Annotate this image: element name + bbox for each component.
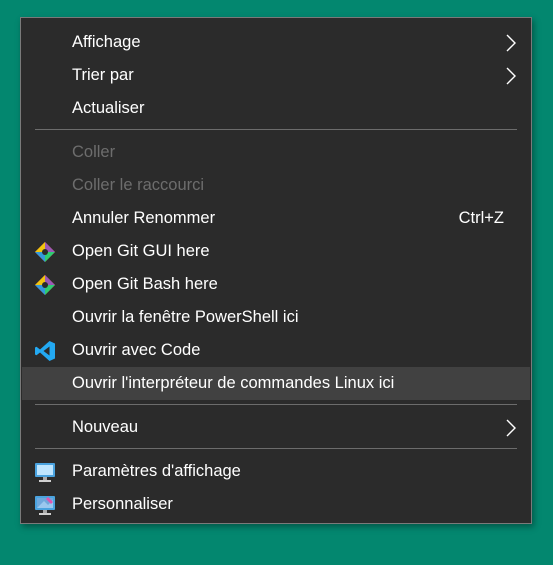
- chevron-right-icon: [506, 419, 516, 437]
- menu-item-open-powershell[interactable]: Ouvrir la fenêtre PowerShell ici: [22, 301, 530, 334]
- chevron-right-icon: [506, 67, 516, 85]
- menu-item-shortcut: Ctrl+Z: [458, 209, 504, 227]
- menu-item-label: Coller le raccourci: [72, 176, 205, 194]
- personalize-icon: [35, 496, 55, 515]
- menu-item-label: Nouveau: [72, 418, 139, 436]
- menu-item-open-git-gui[interactable]: Open Git GUI here: [22, 235, 530, 268]
- menu-item-open-linux-shell[interactable]: Ouvrir l'interpréteur de commandes Linux…: [22, 367, 530, 400]
- menu-separator: [35, 129, 517, 130]
- desktop-context-menu: Affichage Trier par Actualiser Coller Co…: [20, 17, 532, 524]
- menu-item-label: Actualiser: [72, 99, 145, 117]
- menu-item-label: Ouvrir l'interpréteur de commandes Linux…: [72, 374, 395, 392]
- menu-item-paste: Coller: [22, 136, 530, 169]
- menu-item-label: Ouvrir la fenêtre PowerShell ici: [72, 308, 299, 326]
- menu-item-personalize[interactable]: Personnaliser: [22, 488, 530, 521]
- menu-item-undo-rename[interactable]: Annuler Renommer Ctrl+Z: [22, 202, 530, 235]
- menu-item-label: Open Git GUI here: [72, 242, 210, 260]
- menu-item-view[interactable]: Affichage: [22, 26, 530, 59]
- menu-item-label: Paramètres d'affichage: [72, 462, 241, 480]
- menu-item-label: Open Git Bash here: [72, 275, 218, 293]
- git-icon: [35, 242, 55, 262]
- git-icon: [35, 275, 55, 295]
- menu-item-label: Trier par: [72, 66, 134, 84]
- vscode-icon: [35, 341, 55, 361]
- menu-separator: [35, 404, 517, 405]
- menu-item-open-with-code[interactable]: Ouvrir avec Code: [22, 334, 530, 367]
- menu-item-open-git-bash[interactable]: Open Git Bash here: [22, 268, 530, 301]
- menu-item-paste-shortcut: Coller le raccourci: [22, 169, 530, 202]
- menu-separator: [35, 448, 517, 449]
- menu-item-label: Coller: [72, 143, 116, 161]
- menu-item-label: Affichage: [72, 33, 141, 51]
- menu-item-display-settings[interactable]: Paramètres d'affichage: [22, 455, 530, 488]
- display-settings-icon: [35, 463, 55, 482]
- chevron-right-icon: [506, 34, 516, 52]
- menu-item-sort-by[interactable]: Trier par: [22, 59, 530, 92]
- menu-item-refresh[interactable]: Actualiser: [22, 92, 530, 125]
- menu-item-label: Annuler Renommer: [72, 209, 216, 227]
- menu-item-label: Ouvrir avec Code: [72, 341, 201, 359]
- menu-item-label: Personnaliser: [72, 495, 173, 513]
- menu-item-new[interactable]: Nouveau: [22, 411, 530, 444]
